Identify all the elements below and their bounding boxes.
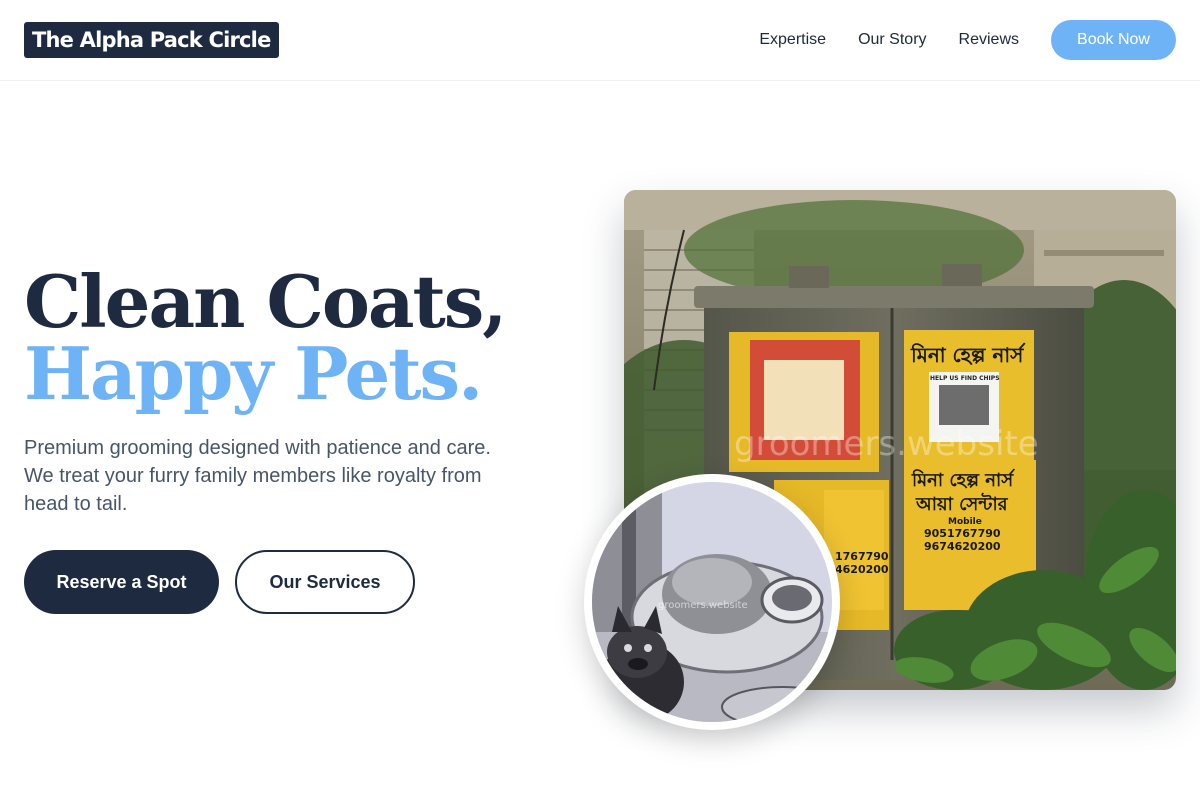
nav-links: Expertise Our Story Reviews Book Now bbox=[759, 20, 1176, 60]
reserve-spot-button[interactable]: Reserve a Spot bbox=[24, 550, 219, 614]
navbar: The Alpha Pack Circle Expertise Our Stor… bbox=[0, 0, 1200, 81]
hero-description: Premium grooming designed with patience … bbox=[24, 437, 491, 515]
book-now-button[interactable]: Book Now bbox=[1051, 20, 1176, 60]
circle-dog-photo: groomers.website bbox=[584, 474, 840, 730]
logo[interactable]: The Alpha Pack Circle bbox=[24, 22, 279, 58]
svg-text:1767790: 1767790 bbox=[835, 550, 889, 563]
svg-text:9051767790: 9051767790 bbox=[924, 527, 1001, 540]
svg-text:HELP US FIND CHIPS: HELP US FIND CHIPS bbox=[930, 375, 1000, 382]
svg-text:মিনা হেল্প নার্স: মিনা হেল্প নার্স bbox=[910, 342, 1026, 367]
hero-title-line-2: Happy Pets. bbox=[24, 331, 483, 416]
svg-text:4620200: 4620200 bbox=[835, 563, 889, 576]
hero-title: Clean Coats, Happy Pets. bbox=[24, 259, 507, 416]
nav-link-our-story[interactable]: Our Story bbox=[858, 31, 926, 49]
circle-photo-image: groomers.website bbox=[592, 482, 832, 722]
svg-text:Mobile: Mobile bbox=[948, 517, 982, 527]
svg-text:মিনা হেল্প নার্স: মিনা হেল্প নার্স bbox=[911, 468, 1016, 491]
svg-text:groomers.website: groomers.website bbox=[734, 424, 1039, 464]
svg-text:groomers.website: groomers.website bbox=[658, 600, 748, 611]
our-services-button[interactable]: Our Services bbox=[235, 550, 415, 614]
svg-text:আয়া সেন্টার: আয়া সেন্টার bbox=[915, 492, 1009, 515]
hero-title-line-1: Clean Coats, bbox=[24, 259, 507, 344]
svg-text:9674620200: 9674620200 bbox=[924, 540, 1001, 553]
nav-link-reviews[interactable]: Reviews bbox=[959, 31, 1019, 49]
nav-link-expertise[interactable]: Expertise bbox=[759, 31, 826, 49]
